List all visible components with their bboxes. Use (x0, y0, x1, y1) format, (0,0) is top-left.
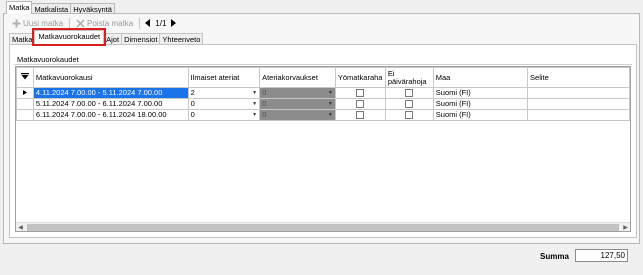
checkbox-icon[interactable] (405, 111, 414, 120)
free-meals-value: 0 (190, 110, 195, 120)
scroll-right-icon[interactable]: ▶ (621, 223, 630, 232)
scroll-left-icon[interactable]: ◀ (16, 223, 25, 232)
dropdown-arrow-icon[interactable]: ▼ (251, 111, 258, 119)
page-indicator: 1/1 (155, 18, 167, 28)
subtab-ajot[interactable]: Ajot (103, 33, 123, 44)
checkbox-icon[interactable] (405, 100, 414, 109)
no-daily-allowance-checkbox[interactable] (384, 87, 434, 99)
explanation-cell[interactable] (527, 87, 630, 99)
dropdown-arrow-icon[interactable]: ▼ (327, 89, 334, 97)
night-allowance-checkbox[interactable] (334, 109, 386, 121)
checkbox-icon[interactable] (405, 89, 414, 98)
row-header[interactable] (16, 109, 34, 121)
night-allowance-checkbox[interactable] (334, 87, 386, 99)
column-header-night-allowance[interactable]: Yömatkaraha (334, 67, 386, 88)
meal-compensation-value: 0 (262, 110, 267, 120)
add-icon (12, 19, 21, 28)
meal-compensation-dropdown[interactable]: 0 ▼ (259, 87, 336, 99)
next-arrow-icon[interactable] (169, 18, 177, 28)
delete-trip-label: Poista matka (87, 18, 134, 28)
table-row[interactable]: 6.11.2024 7.00.00 - 6.11.2024 18.00.00 0… (16, 109, 630, 121)
group-divider (14, 64, 632, 65)
country-cell[interactable]: Suomi (FI) (432, 98, 529, 110)
new-trip-button[interactable]: Uusi matka (10, 19, 65, 28)
free-meals-value: 0 (190, 99, 195, 109)
subtab-dimensiot[interactable]: Dimensiot (121, 33, 161, 44)
new-trip-label: Uusi matka (23, 18, 64, 28)
explanation-cell[interactable] (527, 98, 630, 110)
trip-days-table: Matkavuorokausi Ilmaiset ateriat Ateriak… (16, 67, 630, 121)
free-meals-dropdown[interactable]: 2 ▼ (187, 87, 261, 99)
previous-arrow-icon[interactable] (144, 18, 152, 28)
delete-icon (76, 19, 85, 28)
row-header[interactable] (16, 98, 34, 110)
period-cell[interactable]: 4.11.2024 7.00.00 - 5.11.2024 7.00.00 (32, 87, 189, 99)
group-caption: Matkavuorokaudet (17, 55, 79, 64)
delete-trip-button[interactable]: Poista matka (74, 19, 135, 28)
no-daily-allowance-checkbox[interactable] (384, 98, 434, 110)
free-meals-dropdown[interactable]: 0 ▼ (187, 109, 261, 121)
tab-matka[interactable]: Matka (6, 1, 33, 14)
checkbox-icon[interactable] (356, 100, 365, 109)
column-header-explanation[interactable]: Selite (527, 67, 630, 88)
free-meals-dropdown[interactable]: 0 ▼ (187, 98, 261, 110)
checkbox-icon[interactable] (356, 111, 365, 120)
subtab-matka[interactable]: Matka (9, 33, 36, 44)
toolbar-divider (69, 17, 71, 29)
toolbar-divider (139, 17, 141, 29)
period-cell[interactable]: 5.11.2024 7.00.00 - 6.11.2024 7.00.00 (32, 98, 189, 110)
period-cell[interactable]: 6.11.2024 7.00.00 - 6.11.2024 18.00.00 (32, 109, 189, 121)
grid-header-row: Matkavuorokausi Ilmaiset ateriat Ateriak… (16, 67, 630, 88)
meal-compensation-value: 0 (262, 99, 267, 109)
subtab-matkavuorokaudet[interactable]: Matkavuorokaudet (32, 28, 107, 46)
night-allowance-checkbox[interactable] (334, 98, 386, 110)
sub-tab-bar: Matka Matkavuorokaudet Ajot Dimensiot Yh… (9, 28, 204, 46)
trip-days-grid: Matkavuorokausi Ilmaiset ateriat Ateriak… (15, 66, 631, 232)
sum-label: Summa (540, 252, 569, 261)
meal-compensation-dropdown[interactable]: 0 ▼ (259, 98, 336, 110)
checkbox-icon[interactable] (356, 89, 365, 98)
current-row-indicator-icon (16, 87, 34, 99)
table-row[interactable]: 5.11.2024 7.00.00 - 6.11.2024 7.00.00 0 … (16, 98, 630, 110)
column-header-period[interactable]: Matkavuorokausi (32, 67, 189, 88)
country-cell[interactable]: Suomi (FI) (432, 87, 529, 99)
dropdown-arrow-icon[interactable]: ▼ (251, 89, 258, 97)
column-header-free-meals[interactable]: Ilmaiset ateriat (187, 67, 261, 88)
table-row[interactable]: 4.11.2024 7.00.00 - 5.11.2024 7.00.00 2 … (16, 87, 630, 99)
column-header-no-daily-allowance[interactable]: Ei päivärahoja (384, 67, 434, 88)
toolbar: Uusi matka Poista matka 1/1 (10, 16, 177, 30)
subtab-yhteenveto[interactable]: Yhteenveto (159, 33, 204, 44)
filter-icon[interactable] (16, 67, 34, 88)
dropdown-arrow-icon[interactable]: ▼ (327, 111, 334, 119)
meal-compensation-value: 0 (262, 88, 267, 98)
scrollbar-thumb[interactable] (27, 224, 619, 231)
free-meals-value: 2 (190, 88, 195, 98)
horizontal-scrollbar[interactable]: ◀ ▶ (16, 222, 630, 231)
sum-field: 127,50 (575, 249, 628, 262)
column-header-country[interactable]: Maa (432, 67, 529, 88)
no-daily-allowance-checkbox[interactable] (384, 109, 434, 121)
column-header-meal-compensation[interactable]: Ateriakorvaukset (259, 67, 336, 88)
dropdown-arrow-icon[interactable]: ▼ (251, 100, 258, 108)
explanation-cell[interactable] (527, 109, 630, 121)
dropdown-arrow-icon[interactable]: ▼ (327, 100, 334, 108)
country-cell[interactable]: Suomi (FI) (432, 109, 529, 121)
meal-compensation-dropdown[interactable]: 0 ▼ (259, 109, 336, 121)
